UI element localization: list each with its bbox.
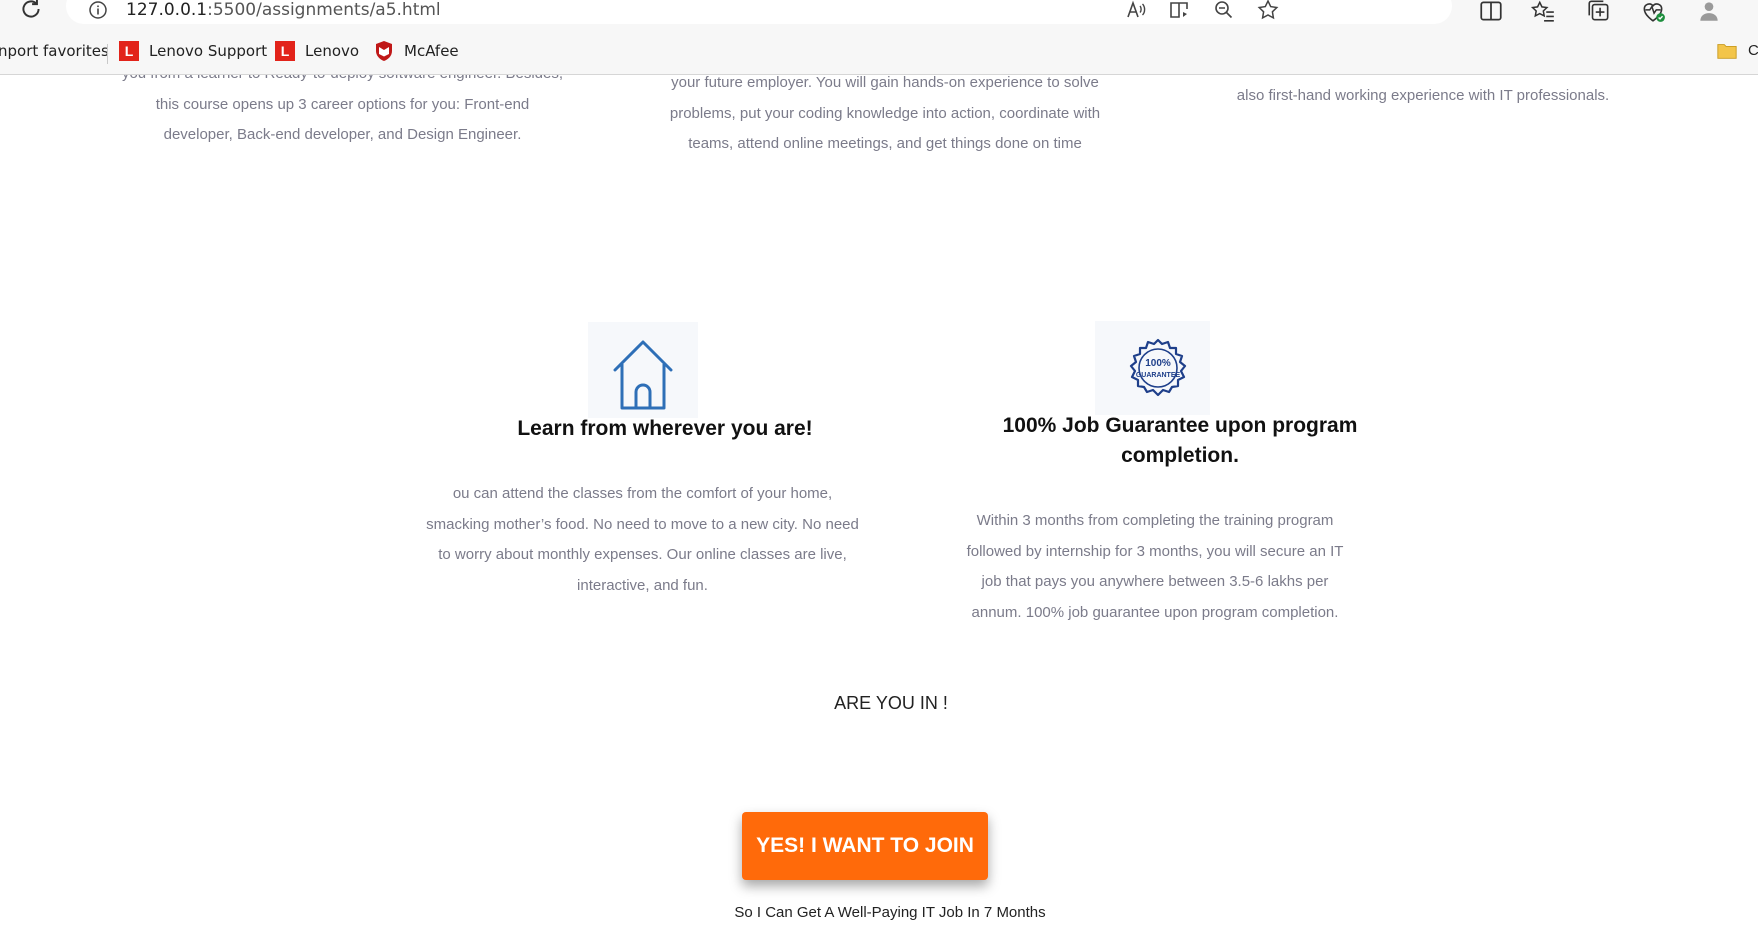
lenovo-logo-icon: L: [119, 41, 139, 61]
url-text[interactable]: 127.0.0.1:5500/assignments/a5.html: [126, 0, 441, 20]
guarantee-badge-icon: 100% GUARANTEE: [1129, 338, 1187, 397]
cta-prompt: ARE YOU IN !: [834, 693, 948, 713]
favorite-star-icon[interactable]: [1256, 0, 1280, 22]
url-host: 127.0.0.1: [126, 0, 208, 20]
join-button[interactable]: YES! I WANT TO JOIN: [742, 812, 988, 880]
favorite-lenovo-support[interactable]: L Lenovo Support: [119, 40, 267, 62]
feature-description: not only gain “insider information” of t…: [1236, 86, 1610, 104]
favorite-import[interactable]: nport favorites: [0, 40, 109, 62]
lenovo-logo-icon: L: [275, 41, 295, 61]
cta-subtext: So I Can Get A Well-Paying IT Job In 7 M…: [734, 904, 1046, 921]
other-favorites-label[interactable]: C: [1748, 42, 1758, 59]
feature-title: Learn from wherever you are!: [517, 417, 813, 440]
feature-description: you from a learner to Ready-to-deploy so…: [122, 75, 563, 144]
browser-chrome: 127.0.0.1:5500/assignments/a5.html nport…: [0, 0, 1758, 75]
favorite-label: nport favorites: [0, 42, 109, 60]
feature-description: your future employer. You will gain hand…: [669, 75, 1101, 153]
address-bar[interactable]: 127.0.0.1:5500/assignments/a5.html: [66, 0, 1452, 24]
favorite-mcafee[interactable]: McAfee: [374, 40, 459, 62]
favorite-label: Lenovo: [305, 42, 360, 60]
badge-word: GUARANTEE: [1136, 372, 1181, 379]
feature-icon-container: 100% GUARANTEE: [1095, 321, 1210, 415]
feature-description: Within 3 months from completing the trai…: [966, 512, 1344, 621]
badge-percent: 100%: [1145, 358, 1171, 369]
collections-icon[interactable]: [1586, 0, 1612, 24]
favorites-list-icon[interactable]: [1530, 0, 1556, 24]
zoom-out-icon[interactable]: [1212, 0, 1236, 22]
read-aloud-icon[interactable]: [1124, 0, 1148, 22]
favorite-lenovo[interactable]: L Lenovo: [275, 40, 359, 62]
feature-description: ou can attend the classes from the comfo…: [426, 485, 859, 594]
favorite-label: McAfee: [404, 42, 459, 60]
browser-essentials-icon[interactable]: [1640, 0, 1666, 24]
immersive-reader-icon[interactable]: [1168, 0, 1192, 22]
house-icon: [613, 340, 673, 410]
address-row: 127.0.0.1:5500/assignments/a5.html: [0, 0, 1758, 26]
favorite-label: Lenovo Support: [149, 42, 268, 60]
split-screen-icon[interactable]: [1478, 0, 1504, 24]
info-icon[interactable]: [88, 0, 108, 20]
favorites-divider: [107, 44, 108, 64]
mcafee-shield-icon: [376, 41, 392, 61]
favorites-bar: nport favorites L Lenovo Support L Lenov…: [0, 36, 1758, 66]
feature-title: 100% Job Guarantee upon program completi…: [1002, 414, 1358, 467]
folder-icon[interactable]: [1716, 40, 1738, 62]
url-path: :5500/assignments/a5.html: [207, 0, 441, 20]
profile-avatar-icon[interactable]: [1696, 0, 1722, 24]
reload-icon[interactable]: [18, 0, 44, 22]
feature-icon-container: [588, 322, 698, 418]
